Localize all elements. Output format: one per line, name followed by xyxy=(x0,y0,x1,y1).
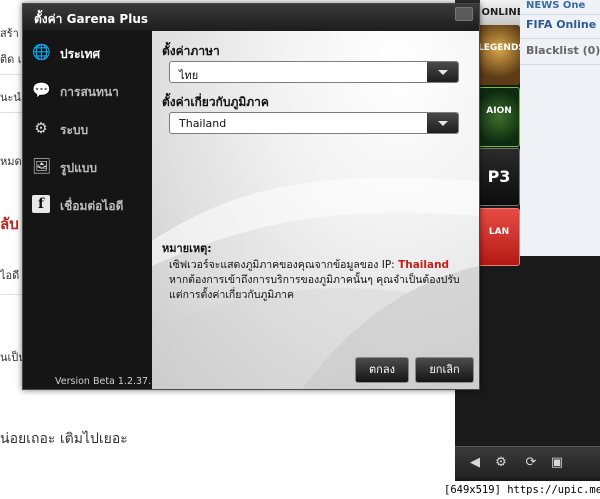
dialog-title: ตั้งค่า Garena Plus xyxy=(34,12,149,26)
background-divider xyxy=(0,112,22,113)
back-icon[interactable]: ◀ xyxy=(467,455,483,471)
dialog-titlebar[interactable]: ตั้งค่า Garena Plus xyxy=(23,4,479,31)
note-line-3: แต่การตั้งค่าเกี่ยวกับภูมิภาค xyxy=(169,289,295,301)
background-divider xyxy=(0,74,22,75)
cancel-button[interactable]: ยกเลิก xyxy=(415,357,474,383)
settings-content: ตั้งค่าภาษา ไทย ตั้งค่าเกี่ยวกับภูมิภาค … xyxy=(152,31,479,389)
refresh-icon[interactable]: ⟳ xyxy=(523,455,539,471)
sidebar-item-country[interactable]: 🌐 ประเทศ xyxy=(23,35,152,71)
sidebar-item-label: เชื่อมต่อไอดี xyxy=(60,199,124,213)
region-select[interactable]: Thailand xyxy=(169,112,459,134)
note-text: เซิฟเวอร์จะแสดงภูมิภาคของคุณจากข้อมูลของ… xyxy=(169,259,395,271)
background-text: หมด xyxy=(0,155,22,168)
gear-icon: ⚙ xyxy=(34,119,48,137)
ok-button[interactable]: ตกลง xyxy=(355,357,409,383)
chevron-down-icon[interactable] xyxy=(427,113,458,133)
point-blank-tile[interactable]: P3 xyxy=(478,148,520,206)
chat-bubble-icon: 💬 xyxy=(32,81,51,99)
sidebar-item-label: รูปแบบ xyxy=(60,161,98,175)
language-select-value: ไทย xyxy=(179,69,199,82)
sidebar-item-label: ประเทศ xyxy=(60,47,101,61)
version-label: Version Beta 1.2.37.1P xyxy=(55,376,163,387)
fifa-online-item[interactable]: FIFA Online 3 xyxy=(526,18,600,31)
detected-region: Thailand xyxy=(398,259,450,271)
region-label: ตั้งค่าเกี่ยวกับภูมิภาค xyxy=(162,95,269,109)
background-swoosh xyxy=(152,177,479,389)
p3-label: P3 xyxy=(487,167,511,186)
sidebar-item-theme[interactable]: 🖼 รูปแบบ xyxy=(23,149,152,185)
game-launcher-column: LEGENDS AION P3 LAN xyxy=(478,25,520,266)
globe-icon: 🌐 xyxy=(32,43,51,61)
panel-divider xyxy=(520,38,600,39)
note-title: หมายเหตุ: xyxy=(162,242,212,255)
background-text: ติด เ xyxy=(0,53,22,66)
lan-game-tile[interactable]: LAN xyxy=(478,208,520,266)
facebook-icon: f xyxy=(32,195,50,213)
sidebar-item-connect-id[interactable]: f เชื่อมต่อไอดี xyxy=(23,187,152,223)
close-icon[interactable] xyxy=(455,7,473,21)
lol-label: LEGENDS xyxy=(478,43,520,53)
background-divider xyxy=(0,294,22,295)
aion-tile[interactable]: AION xyxy=(478,87,520,147)
sidebar-item-label: ระบบ xyxy=(60,123,89,137)
settings-sidebar: 🌐 ประเทศ 💬 การสนทนา ⚙ ระบบ 🖼 รูปแบบ f เช… xyxy=(23,31,163,389)
sidebar-item-chat[interactable]: 💬 การสนทนา xyxy=(23,73,152,109)
news-item[interactable]: NEWS One xyxy=(526,0,585,11)
background-heading: ลับ xyxy=(0,215,19,233)
friends-panel: NEWS One FIFA Online 3 Blacklist (0) xyxy=(520,0,600,256)
image-icon: 🖼 xyxy=(32,157,52,175)
lan-label: LAN xyxy=(488,227,510,237)
settings-dialog: ตั้งค่า Garena Plus 🌐 ประเทศ 💬 การสนทนา … xyxy=(22,3,480,390)
background-text: สร้า xyxy=(0,27,19,40)
region-select-value: Thailand xyxy=(179,117,227,130)
background-text: ไอดี xyxy=(0,269,20,282)
language-select[interactable]: ไทย xyxy=(169,61,459,83)
main-window-footer: ◀ ⚙ ⟳ ▣ xyxy=(455,446,600,478)
sidebar-item-system[interactable]: ⚙ ระบบ xyxy=(23,111,152,147)
gear-icon[interactable]: ⚙ xyxy=(493,455,509,471)
blacklist-item[interactable]: Blacklist (0) xyxy=(526,44,600,57)
league-of-legends-tile[interactable]: LEGENDS xyxy=(478,25,520,85)
image-size-watermark: [649x519] https://upic.me/ xyxy=(441,481,600,499)
language-label: ตั้งค่าภาษา xyxy=(162,44,220,58)
background-bottom-text: น่อยเถอะ เติมไปเยอะ xyxy=(0,431,128,447)
aion-label: AION xyxy=(486,106,512,116)
sidebar-item-label: การสนทนา xyxy=(60,85,119,99)
chat-icon[interactable]: ▣ xyxy=(549,455,565,471)
panel-divider xyxy=(520,64,600,65)
panel-divider xyxy=(520,14,600,15)
chevron-down-icon[interactable] xyxy=(427,62,458,82)
